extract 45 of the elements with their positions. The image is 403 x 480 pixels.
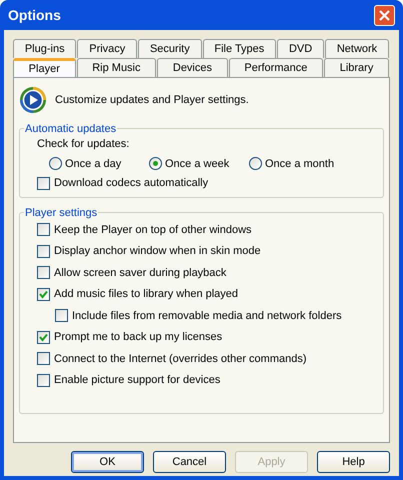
radio-label: Once a month (265, 156, 334, 172)
tab[interactable]: Rip Music (76, 58, 156, 77)
tab[interactable]: DVD (277, 39, 324, 58)
checkbox[interactable] (37, 223, 50, 236)
checkbox[interactable] (37, 176, 50, 190)
checkbox-label: Download codecs automatically (54, 176, 208, 191)
radio-button[interactable] (149, 157, 162, 170)
dialog-button[interactable]: OK (71, 451, 144, 473)
checkbox[interactable] (55, 309, 68, 322)
tab[interactable]: Plug-ins (13, 39, 76, 58)
checkbox[interactable] (37, 330, 50, 344)
checkbox[interactable] (37, 244, 50, 258)
tab[interactable]: Player (13, 58, 76, 77)
radio-button[interactable] (249, 157, 262, 170)
checkbox-label: Keep the Player on top of other windows (54, 222, 252, 238)
checkbox-label: Add music files to library when played (54, 287, 238, 302)
checkbox-label: Display anchor window when in skin mode (54, 244, 261, 259)
dialog-button[interactable]: Help (317, 451, 390, 473)
radio-button[interactable] (49, 157, 62, 170)
tab[interactable]: Performance (228, 58, 324, 77)
checkbox[interactable] (37, 374, 50, 387)
checkbox[interactable] (37, 288, 50, 301)
checkbox[interactable] (37, 266, 50, 280)
radio-label: Once a week (165, 156, 230, 172)
checkbox-label: Prompt me to back up my licenses (54, 330, 222, 345)
close-button[interactable] (374, 4, 395, 26)
checkbox-label: Connect to the Internet (overrides other commands) (54, 352, 307, 366)
tab[interactable]: Devices (157, 58, 228, 77)
play-logo-icon (19, 86, 47, 114)
header-text: Customize updates and Player settings. (55, 92, 249, 108)
field-label: Check for updates: (37, 137, 130, 152)
window-title: Options (8, 6, 61, 25)
tab[interactable]: Privacy (77, 39, 138, 58)
group-title: Automatic updates (24, 121, 118, 138)
checkbox-label: Allow screen saver during playback (54, 266, 226, 280)
checkbox-label: Enable picture support for devices (54, 373, 220, 388)
checkbox-label: Include files from removable media and network folders (72, 308, 342, 324)
close-icon (379, 10, 390, 20)
radio-label: Once a day (65, 156, 122, 172)
tab[interactable]: File Types (202, 39, 276, 58)
tab[interactable]: Library (324, 58, 390, 77)
tab[interactable]: Security (138, 39, 202, 58)
tab[interactable]: Network (325, 39, 390, 58)
checkbox[interactable] (37, 352, 50, 366)
dialog-button[interactable]: Cancel (153, 451, 226, 473)
